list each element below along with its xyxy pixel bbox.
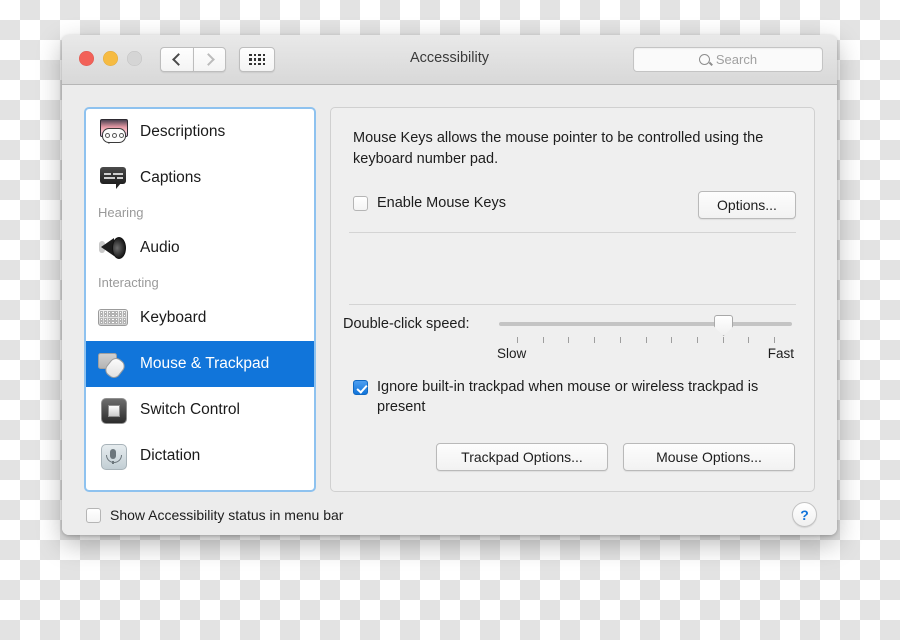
slider-tick	[568, 337, 570, 343]
enable-mouse-keys-checkbox[interactable]	[353, 195, 368, 211]
sidebar-item-audio[interactable]: Audio	[86, 225, 314, 271]
slider-tick	[671, 337, 673, 343]
keyboard-icon	[98, 305, 128, 331]
sidebar-item-switch-control[interactable]: Switch Control	[86, 387, 314, 433]
accessibility-preferences-window: Accessibility Search Descriptions Captio…	[62, 35, 837, 535]
captions-icon	[98, 165, 128, 191]
sidebar-group-interacting: Interacting	[98, 275, 159, 290]
divider-1	[349, 232, 796, 233]
sidebar-item-label: Switch Control	[140, 401, 240, 418]
slider-thumb[interactable]	[714, 315, 734, 336]
search-placeholder: Search	[715, 52, 758, 67]
accessibility-features-list[interactable]: Descriptions Captions Hearing Audio Inte…	[84, 107, 316, 492]
mouse-options-button[interactable]: Mouse Options...	[623, 443, 795, 471]
divider-2	[349, 304, 796, 305]
slider-tick	[517, 337, 518, 343]
ignore-trackpad-checkbox[interactable]	[353, 380, 368, 395]
sidebar-item-dictation[interactable]: Dictation	[86, 433, 314, 479]
sidebar-item-label: Mouse & Trackpad	[140, 355, 270, 372]
sidebar-item-descriptions[interactable]: Descriptions	[86, 109, 314, 155]
trackpad-options-button[interactable]: Trackpad Options...	[436, 443, 608, 471]
descriptions-icon	[98, 119, 128, 145]
sidebar-item-keyboard[interactable]: Keyboard	[86, 295, 314, 341]
slider-tick	[722, 337, 724, 343]
sidebar-item-label: Keyboard	[140, 309, 207, 326]
sidebar-item-label: Descriptions	[140, 123, 226, 140]
slider-max-label: Fast	[767, 346, 794, 361]
mouse-trackpad-icon	[98, 351, 128, 381]
switch-control-icon	[98, 397, 128, 424]
slider-tick	[748, 337, 750, 343]
slider-tick	[774, 337, 775, 343]
slider-track[interactable]	[499, 322, 792, 326]
sidebar-item-label: Captions	[140, 169, 202, 186]
mouse-keys-options-button[interactable]: Options...	[698, 191, 796, 219]
window-content: Descriptions Captions Hearing Audio Inte…	[62, 85, 837, 535]
enable-mouse-keys-label: Enable Mouse Keys	[377, 195, 506, 211]
window-titlebar: Accessibility Search	[62, 35, 837, 85]
ignore-trackpad-label: Ignore built-in trackpad when mouse or w…	[377, 379, 759, 415]
slider-min-label: Slow	[497, 346, 527, 361]
sidebar-item-mouse-trackpad[interactable]: Mouse & Trackpad	[86, 341, 314, 387]
search-icon	[698, 54, 710, 65]
enable-mouse-keys-row[interactable]: Enable Mouse Keys	[353, 195, 506, 211]
double-click-speed-label: Double-click speed:	[343, 316, 470, 332]
show-accessibility-status-label: Show Accessibility status in menu bar	[110, 507, 344, 523]
search-field[interactable]: Search	[633, 47, 823, 72]
slider-tick	[696, 337, 698, 343]
ignore-trackpad-row[interactable]: Ignore built-in trackpad when mouse or w…	[353, 379, 798, 417]
dictation-mic-icon	[98, 443, 128, 470]
slider-tick	[594, 337, 596, 343]
sidebar-item-label: Audio	[140, 239, 180, 256]
show-accessibility-status-checkbox[interactable]	[86, 507, 101, 523]
sidebar-item-captions[interactable]: Captions	[86, 155, 314, 201]
sidebar-item-label: Dictation	[140, 447, 201, 464]
slider-tick	[645, 337, 647, 343]
slider-tick	[542, 337, 544, 343]
mouse-keys-description: Mouse Keys allows the mouse pointer to b…	[353, 130, 764, 167]
sidebar-group-hearing: Hearing	[98, 205, 144, 220]
show-status-row[interactable]: Show Accessibility status in menu bar	[86, 507, 343, 523]
slider-tick	[619, 337, 621, 343]
help-button[interactable]: ?	[792, 502, 817, 527]
mouse-trackpad-settings-pane: Mouse Keys allows the mouse pointer to b…	[330, 107, 815, 492]
audio-speaker-icon	[98, 235, 128, 261]
